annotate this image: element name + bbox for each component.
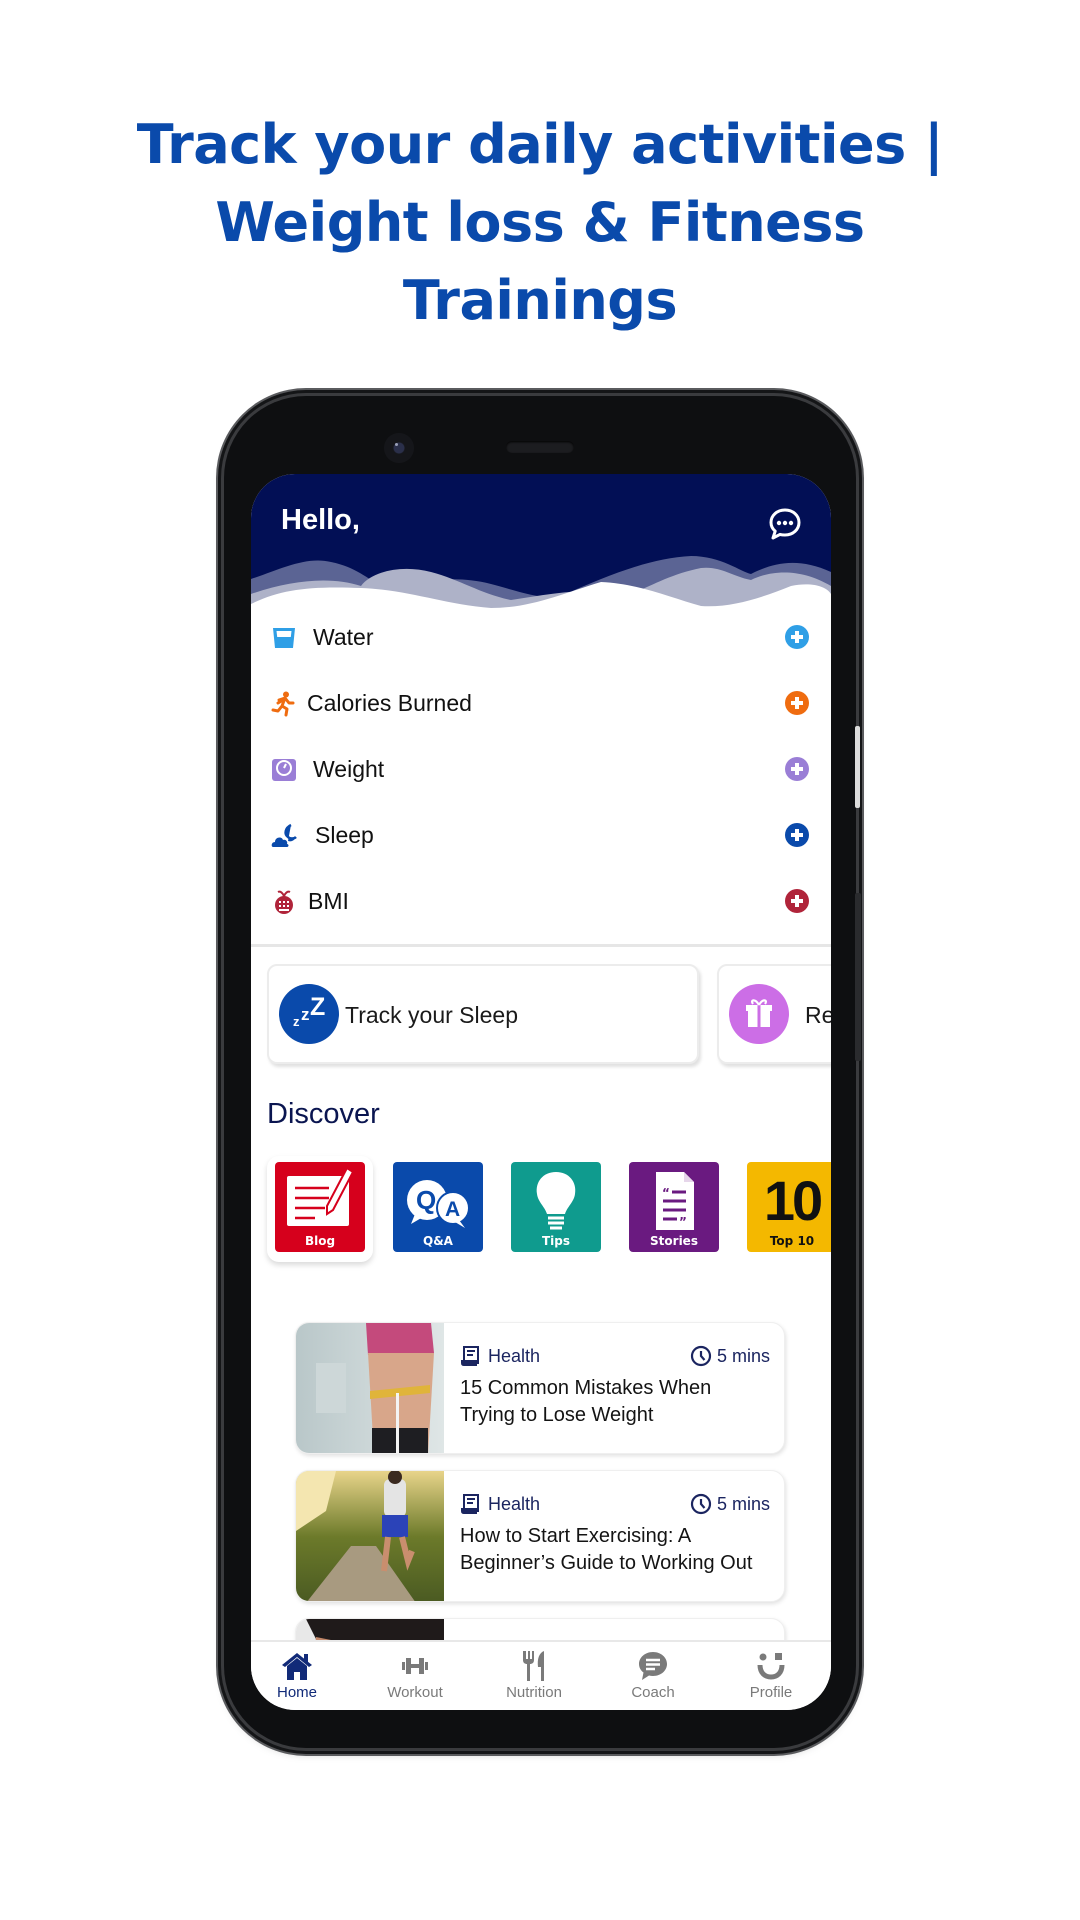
discover-tile-qa[interactable]: Q A Q&A <box>393 1162 483 1252</box>
plus-circle-icon[interactable] <box>785 889 809 913</box>
top-ten-icon: 10 <box>763 1169 823 1232</box>
card-label: Track your Sleep <box>345 1002 518 1028</box>
article-card[interactable]: Health 5 mins 15 Common Mistakes When Tr… <box>295 1322 785 1454</box>
nav-label: Workout <box>387 1684 443 1701</box>
article-title: How to Start Exercising: A Beginner’s Gu… <box>460 1525 753 1574</box>
tile-label: Stories <box>650 1234 698 1248</box>
headline-line-2: Weight loss & Fitness <box>215 191 865 254</box>
tracker-item-weight[interactable]: Weight <box>251 736 831 802</box>
nav-coach[interactable]: Coach <box>603 1650 703 1701</box>
tile-label: Tips <box>541 1234 571 1248</box>
phone-side-button-lower <box>855 893 861 1061</box>
tracker-label: BMI <box>308 887 349 914</box>
discover-tile-top10[interactable]: 10 Top 10 <box>747 1162 831 1252</box>
article-category: Health <box>460 1493 540 1515</box>
nav-home[interactable]: Home <box>251 1650 347 1701</box>
article-meta: Health 5 mins <box>460 1493 770 1517</box>
category-label: Health <box>488 1493 541 1514</box>
apple-calculator-icon <box>275 890 293 914</box>
earpiece-speaker <box>506 441 574 453</box>
tile-label: Top 10 <box>769 1234 815 1248</box>
clock-icon <box>690 1345 712 1367</box>
header-wave-decoration <box>251 556 831 614</box>
article-card[interactable]: Health 5 mins How to Start Exercising: A… <box>295 1470 785 1602</box>
water-glass-icon <box>273 628 295 648</box>
svg-text:z: z <box>293 1014 300 1029</box>
discover-tile-blog[interactable]: Blog <box>275 1162 365 1252</box>
chat-lines-icon <box>639 1652 667 1680</box>
tracker-item-water[interactable]: Water <box>251 604 831 670</box>
tracker-item-sleep[interactable]: Sleep <box>251 802 831 868</box>
discover-tiles: Blog Q A Q&A Tips “ ” Stories 10 Top 10 <box>251 1156 831 1272</box>
weighing-scale-icon <box>272 759 296 781</box>
plus-circle-icon[interactable] <box>785 625 809 649</box>
svg-text:Z: Z <box>310 993 325 1021</box>
plus-circle-icon[interactable] <box>785 757 809 781</box>
nav-label: Nutrition <box>506 1684 562 1701</box>
tracker-item-calories-burned[interactable]: Calories Burned <box>251 670 831 736</box>
smiley-profile-icon <box>757 1653 785 1680</box>
article-thumbnail-runner <box>296 1471 444 1601</box>
tracker-item-bmi[interactable]: BMI <box>251 868 831 934</box>
tile-label: Q&A <box>423 1234 453 1248</box>
duration-label: 5 mins <box>716 1493 770 1514</box>
phone-side-button-upper <box>855 726 860 808</box>
headline-line-3: Trainings <box>402 269 678 332</box>
clock-icon <box>690 1493 712 1515</box>
tracker-label: Sleep <box>315 821 374 848</box>
greeting: Hello, <box>281 504 360 536</box>
scroll-document-icon <box>461 1346 479 1366</box>
svg-text:A: A <box>445 1198 460 1221</box>
nav-label: Profile <box>749 1684 793 1701</box>
svg-text:”: ” <box>679 1215 687 1229</box>
tracker-label: Water <box>313 623 374 650</box>
moon-cloud-icon <box>271 823 297 847</box>
nav-nutrition[interactable]: Nutrition <box>484 1650 584 1701</box>
tracker-label: Calories Burned <box>307 689 472 716</box>
article-category: Health <box>460 1345 540 1367</box>
category-label: Health <box>488 1345 541 1366</box>
nav-label: Home <box>276 1684 317 1701</box>
rewards-card[interactable]: Re <box>717 964 831 1064</box>
app-screen: Hello, Water Calories Burned Weight Slee… <box>251 474 831 1710</box>
home-icon <box>282 1653 312 1680</box>
discover-tile-tips[interactable]: Tips <box>511 1162 601 1252</box>
discover-tile-stories[interactable]: “ ” Stories <box>629 1162 719 1252</box>
nav-workout[interactable]: Workout <box>365 1650 465 1701</box>
nav-profile[interactable]: Profile <box>721 1650 821 1701</box>
section-divider <box>251 944 831 947</box>
front-camera-icon <box>384 433 414 463</box>
svg-text:“: “ <box>662 1186 670 1200</box>
article-duration: 5 mins <box>690 1345 770 1367</box>
fork-knife-icon <box>523 1651 544 1681</box>
nav-label: Coach <box>631 1684 675 1701</box>
scroll-document-icon <box>461 1494 479 1514</box>
running-person-icon <box>271 691 295 717</box>
track-sleep-card[interactable]: z z Z Track your Sleep <box>267 964 699 1064</box>
article-duration: 5 mins <box>690 1493 770 1515</box>
bottom-navigation: Home Workout Nutrition Coach Profile <box>251 1640 831 1710</box>
tile-label: Blog <box>304 1234 336 1248</box>
headline-line-1: Track your daily activities | <box>136 113 944 176</box>
tracker-list: Water Calories Burned Weight Sleep BMI <box>251 604 831 934</box>
dumbbell-icon <box>402 1658 428 1674</box>
svg-text:z: z <box>301 1005 310 1024</box>
duration-label: 5 mins <box>716 1345 770 1366</box>
article-thumbnail-waist-measure <box>296 1323 444 1453</box>
plus-circle-icon[interactable] <box>785 823 809 847</box>
promo-headline: Track your daily activities | Weight los… <box>0 106 1080 340</box>
zzz-icon: z z Z <box>279 984 339 1044</box>
article-title: 15 Common Mistakes When Trying to Lose W… <box>460 1377 712 1426</box>
plus-circle-icon[interactable] <box>785 691 809 715</box>
tracker-label: Weight <box>313 755 385 782</box>
article-meta: Health 5 mins <box>460 1345 770 1369</box>
gift-icon <box>729 984 789 1044</box>
discover-heading: Discover <box>267 1098 380 1130</box>
svg-text:Q: Q <box>416 1185 436 1215</box>
card-label: Re <box>805 1002 831 1028</box>
